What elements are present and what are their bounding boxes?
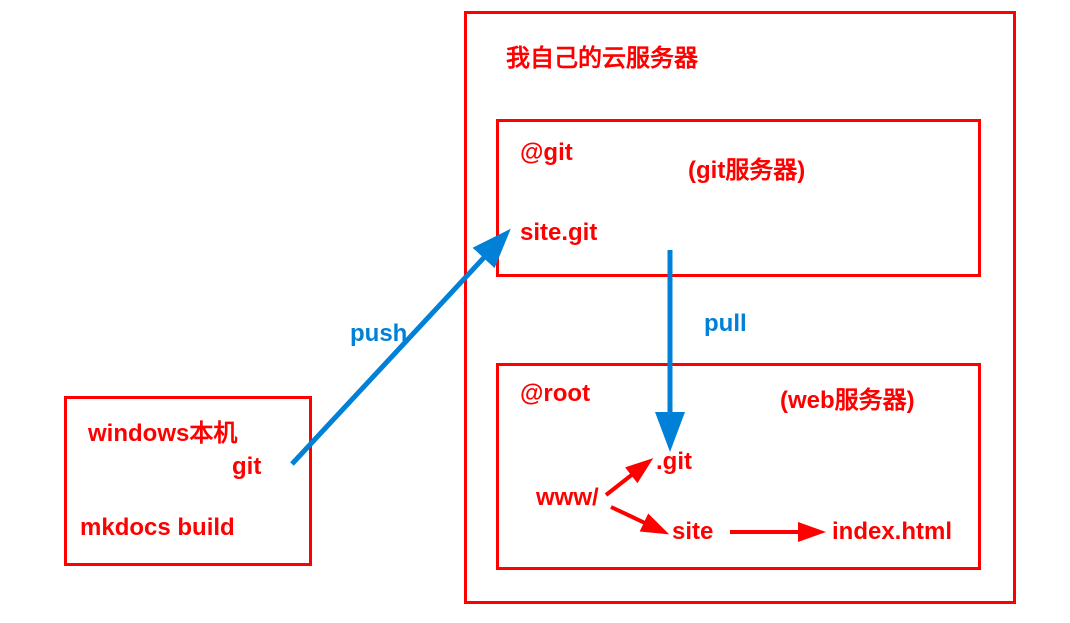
- index-file-label: index.html: [832, 518, 952, 546]
- local-build-label: mkdocs build: [80, 514, 235, 542]
- web-user-label: @root: [520, 380, 590, 408]
- pull-label: pull: [704, 310, 747, 338]
- git-repo-label: site.git: [520, 219, 597, 247]
- git-dir-label: .git: [656, 448, 692, 476]
- cloud-title: 我自己的云服务器: [506, 38, 698, 73]
- web-server-label: (web服务器): [780, 380, 915, 415]
- www-dir-label: www/: [536, 484, 599, 512]
- site-dir-label: site: [672, 518, 713, 546]
- git-server-label: (git服务器): [688, 150, 805, 185]
- git-user-label: @git: [520, 139, 573, 167]
- local-git-label: git: [232, 453, 261, 481]
- push-label: push: [350, 320, 407, 348]
- local-title: windows本机: [88, 413, 237, 448]
